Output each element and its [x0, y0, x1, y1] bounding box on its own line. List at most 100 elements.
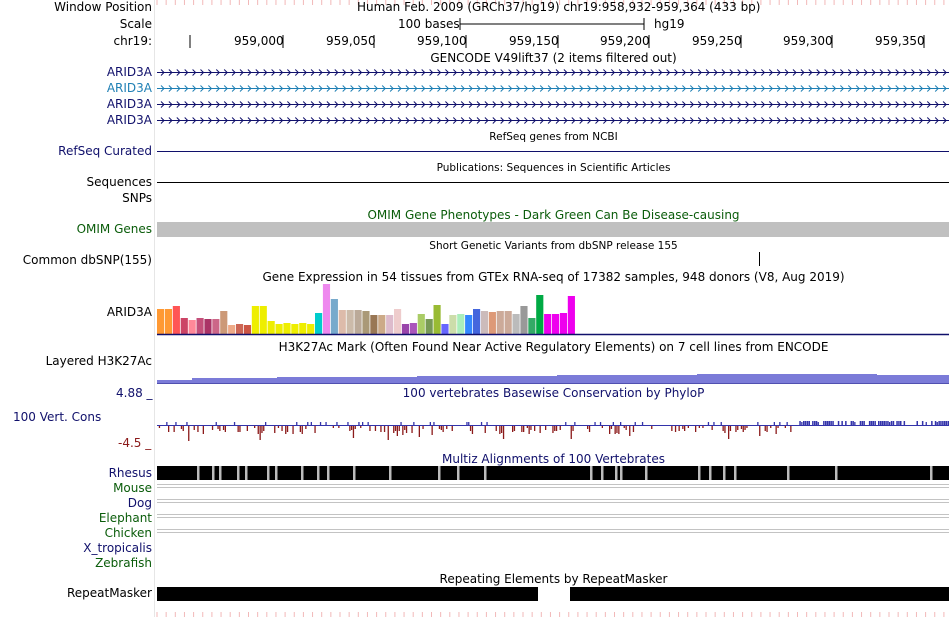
gtex-tissue-bar — [330, 299, 338, 334]
gtex-tissue-bar — [212, 319, 220, 334]
gtex-tissue-bar — [172, 306, 180, 334]
refseq-gene-line[interactable] — [157, 151, 949, 152]
gtex-gene-label[interactable]: ARID3A — [107, 305, 152, 320]
gtex-tissue-bar — [457, 314, 465, 334]
gtex-tissue-bar — [433, 305, 441, 334]
gtex-tissue-bar — [544, 314, 552, 334]
gtex-tissue-bar — [338, 310, 346, 334]
gtex-tissue-bar — [251, 306, 259, 334]
gencode-item-label[interactable]: ARID3A — [107, 81, 152, 96]
gtex-tissue-bar — [204, 319, 212, 334]
gtex-tissue-bar — [275, 324, 283, 334]
h3k27ac-label[interactable]: Layered H3K27Ac — [46, 354, 152, 369]
gtex-tissue-bar — [259, 306, 267, 334]
pubs-track-title: Publications: Sequences in Scientific Ar… — [436, 162, 671, 174]
rmsk-track-title: Repeating Elements by RepeatMasker — [439, 572, 668, 586]
rmsk-label[interactable]: RepeatMasker — [67, 586, 152, 601]
rhesus-alignment[interactable] — [157, 466, 949, 480]
gtex-expression-chart[interactable] — [157, 284, 949, 336]
ruler-tick-label: 959,050 — [326, 34, 376, 48]
gtex-tissue-bar — [307, 324, 315, 334]
ruler-tick-label: 959,300 — [783, 34, 833, 48]
repeat-element[interactable] — [157, 587, 538, 601]
gencode-transcript[interactable] — [157, 97, 949, 112]
gtex-tissue-bar — [559, 313, 568, 334]
gtex-tissue-bar — [228, 325, 236, 334]
gtex-tissue-bar — [417, 314, 425, 334]
omim-label[interactable]: OMIM Genes — [77, 222, 152, 237]
gtex-tissue-bar — [164, 309, 173, 334]
scale-bar — [459, 18, 645, 30]
ruler-tick-label: 959,100 — [417, 34, 467, 48]
species-label-elephant[interactable]: Elephant — [99, 511, 152, 526]
snps-label[interactable]: SNPs — [122, 191, 152, 206]
gtex-tissue-bar — [180, 318, 188, 334]
gtex-tissue-bar — [496, 311, 504, 334]
species-label-dog[interactable]: Dog — [128, 496, 152, 511]
gtex-tissue-bar — [488, 312, 496, 334]
multiz-track-title: Multiz Alignments of 100 Vertebrates — [441, 452, 666, 466]
phylop-min-label: -4.5 _ — [118, 436, 152, 450]
multiz-species-lines[interactable] — [157, 482, 949, 538]
gtex-tissue-bar — [283, 323, 291, 334]
gtex-track-title: Gene Expression in 54 tissues from GTEx … — [262, 270, 845, 284]
sequences-label[interactable]: Sequences — [87, 175, 152, 190]
gtex-tissue-bar — [520, 306, 528, 334]
omim-gene-bar[interactable] — [157, 222, 949, 237]
gencode-item-label[interactable]: ARID3A — [107, 65, 152, 80]
scale-text: 100 bases — [398, 17, 460, 31]
h3k27ac-track-title: H3K27Ac Mark (Often Found Near Active Re… — [278, 340, 829, 354]
gtex-tissue-bar — [394, 309, 402, 334]
gtex-tissue-bar — [552, 314, 560, 334]
window-position-label: Window Position — [54, 0, 152, 14]
gencode-transcript[interactable] — [157, 113, 949, 128]
gtex-tissue-bar — [401, 324, 410, 334]
phylop-label[interactable]: 100 Vert. Cons — [13, 410, 101, 425]
dbsnp-label[interactable]: Common dbSNP(155) — [23, 253, 152, 268]
phylop-track-title: 100 vertebrates Basewise Conservation by… — [402, 386, 705, 400]
gtex-tissue-bar — [299, 323, 307, 334]
gtex-tissue-bar — [354, 310, 362, 334]
gtex-tissue-bar — [465, 315, 473, 334]
gencode-track-title: GENCODE V49lift37 (2 items filtered out) — [430, 51, 677, 65]
species-label-x-tropicalis[interactable]: X_tropicalis — [83, 541, 152, 556]
gtex-tissue-bar — [512, 314, 520, 334]
gtex-tissue-bar — [449, 315, 457, 334]
gencode-transcript[interactable] — [157, 81, 949, 96]
pubs-sequence-line[interactable] — [157, 182, 949, 183]
species-label-rhesus[interactable]: Rhesus — [109, 466, 152, 481]
chrom-label: chr19: — [113, 34, 152, 48]
gtex-tissue-bar — [291, 324, 299, 334]
refseq-track-title: RefSeq genes from NCBI — [489, 131, 618, 143]
assembly-label: hg19 — [654, 17, 685, 31]
phylop-max-label: 4.88 _ — [116, 386, 153, 400]
refseq-label[interactable]: RefSeq Curated — [58, 144, 152, 159]
gtex-tissue-bar — [236, 324, 244, 334]
phylop-conservation-plot[interactable] — [157, 412, 949, 444]
gtex-tissue-bar — [473, 309, 481, 334]
ruler-tick-label: 959,000 — [234, 34, 284, 48]
h3k27ac-signal[interactable] — [157, 370, 949, 385]
ruler-tick-label: 959,250 — [692, 34, 742, 48]
species-label-chicken[interactable]: Chicken — [105, 526, 152, 541]
browser-title: Human Feb. 2009 (GRCh37/hg19) chr19:958,… — [357, 0, 761, 14]
gtex-tissue-bar — [188, 320, 196, 334]
gencode-item-label[interactable]: ARID3A — [107, 113, 152, 128]
gtex-tissue-bar — [220, 311, 228, 334]
gtex-tissue-bar — [386, 315, 394, 334]
gtex-tissue-bar — [267, 321, 275, 334]
ruler-tick-label: 959,200 — [600, 34, 650, 48]
dbsnp-variant[interactable] — [759, 252, 760, 266]
gencode-item-label[interactable]: ARID3A — [107, 97, 152, 112]
repeat-element[interactable] — [570, 587, 949, 601]
gtex-tissue-bar — [378, 315, 386, 334]
gtex-tissue-bar — [425, 319, 433, 334]
species-label-mouse[interactable]: Mouse — [113, 481, 152, 496]
ruler-tick-label: 959,350 — [875, 34, 925, 48]
gtex-tissue-bar — [243, 325, 252, 334]
species-label-zebrafish[interactable]: Zebrafish — [95, 556, 152, 571]
gencode-transcript[interactable] — [157, 65, 949, 80]
gtex-tissue-bar — [346, 310, 354, 334]
label-divider — [154, 0, 155, 617]
gtex-tissue-bar — [362, 311, 370, 334]
